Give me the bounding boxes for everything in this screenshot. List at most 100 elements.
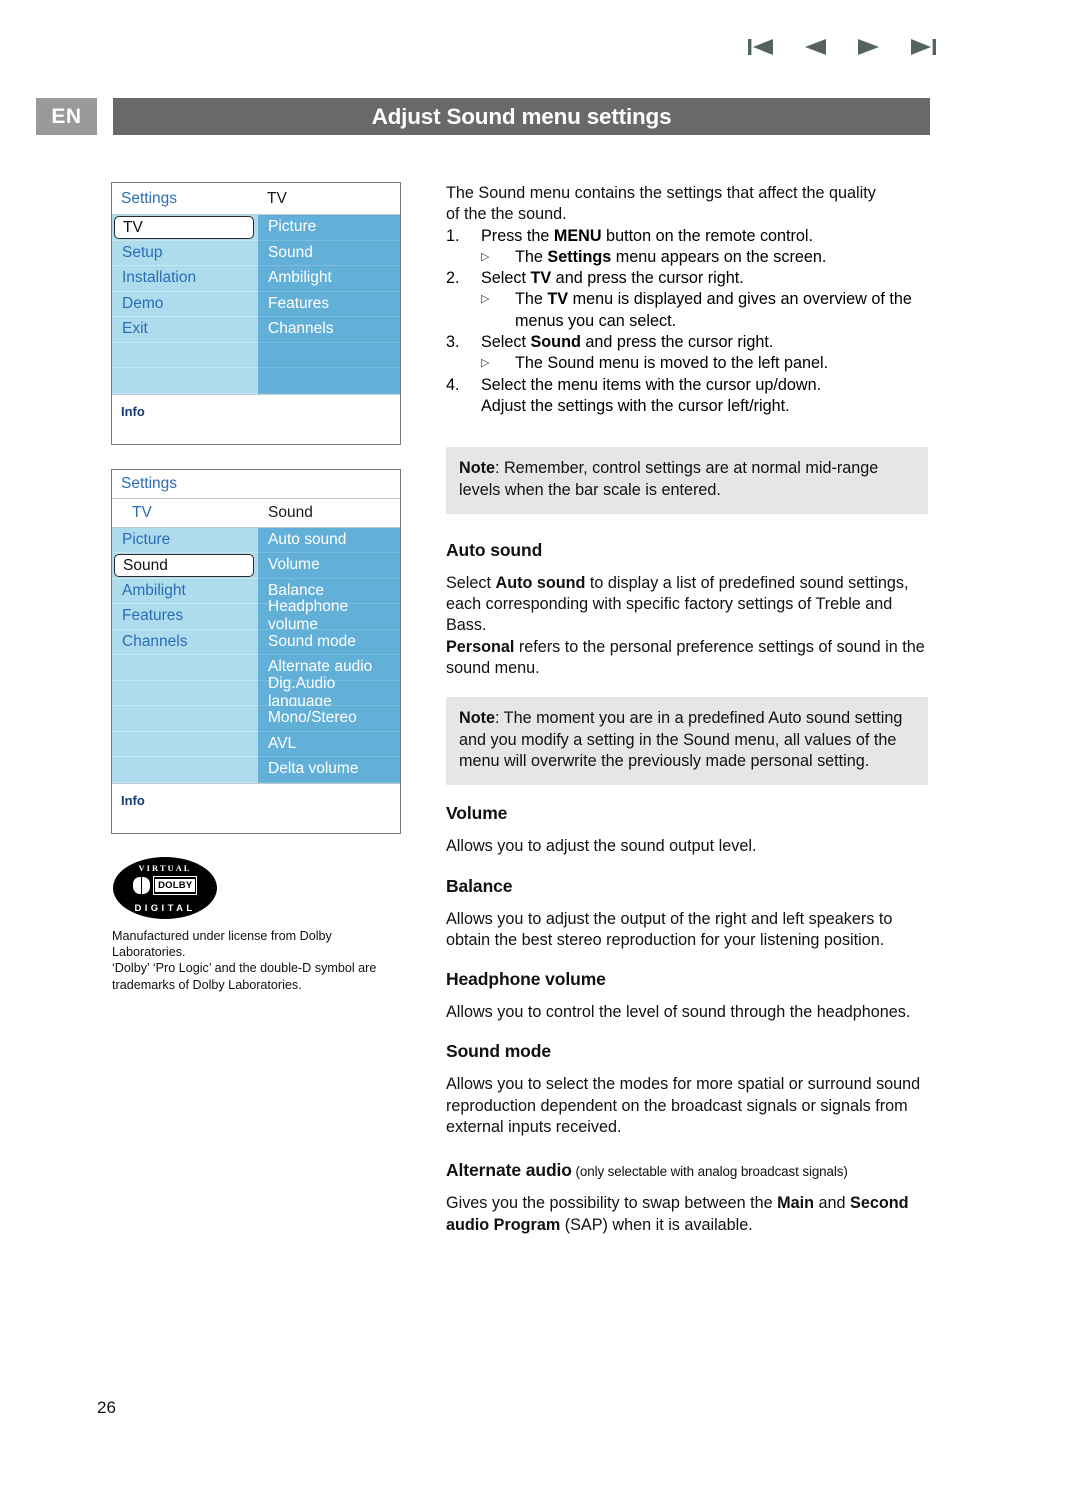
menu1-row: Demo Features [112, 291, 400, 317]
step-1-text-bold: MENU [553, 226, 602, 245]
menu1-left-item-tv[interactable]: TV [112, 215, 258, 241]
note-2-label: Note [459, 709, 495, 728]
intro-paragraph: The Sound menu contains the settings tha… [446, 183, 930, 226]
step-1-sub-1-pre: The [515, 247, 548, 266]
section-heading-sound-mode: Sound mode [446, 1041, 551, 1062]
dolby-logo-middle: DOLBY [113, 876, 217, 895]
previous-page-icon[interactable] [801, 36, 829, 58]
menu2-left-item-sound[interactable]: Sound [112, 553, 258, 579]
menu2-right-item-dig-audio-language[interactable]: Dig.Audio language [258, 675, 400, 710]
step-3-text-bold: Sound [530, 333, 581, 352]
menu1-row: Exit Channels [112, 317, 400, 343]
dolby-legal-line-4: trademarks of Dolby Laboratories. [112, 977, 302, 992]
balance-paragraph: Allows you to adjust the output of the r… [446, 909, 893, 949]
step-2-sub-1-bold: TV [547, 290, 569, 309]
menu2-right-item-delta-volume[interactable]: Delta volume [258, 757, 400, 783]
menu2-breadcrumb-row: TV Sound [112, 498, 400, 528]
language-badge: EN [36, 98, 97, 135]
menu2-right-item-auto-sound[interactable]: Auto sound [258, 527, 400, 553]
step-2-text-pre: Select [481, 269, 531, 288]
step-2-text-post: and press the cursor right. [551, 269, 744, 288]
menu2-row: Delta volume [112, 757, 400, 783]
menu1-right-item-channels[interactable]: Channels [258, 317, 400, 343]
note-box-1: Note: Remember, control settings are at … [446, 447, 928, 514]
menu1-header-right: TV [267, 189, 287, 207]
step-3-number: 3. [446, 333, 460, 352]
auto-sound-p2-bold: Personal [446, 637, 515, 656]
menu1-left-item-demo[interactable]: Demo [112, 291, 258, 317]
menu2-header-right: Sound [258, 498, 400, 528]
main-text-column: The Sound menu contains the settings tha… [446, 183, 930, 1236]
dolby-legal-line-3: ‘Dolby’ ‘Pro Logic’ and the double-D sym… [112, 961, 377, 976]
instruction-steps: 1. Press the MENU button on the remote c… [446, 226, 930, 418]
alt-audio-post: (SAP) when it is available. [560, 1215, 753, 1234]
menu1-right-item-features[interactable]: Features [258, 291, 400, 317]
menu2-right-item-mono-stereo[interactable]: Mono/Stereo [258, 706, 400, 732]
menu1-row: TV Picture [112, 215, 400, 241]
menu2-left-empty [112, 731, 258, 757]
step-4-cont: Adjust the settings with the cursor left… [481, 396, 790, 415]
menu2-left-item-channels[interactable]: Channels [112, 629, 258, 655]
alternate-audio-heading-text: Alternate audio [446, 1160, 572, 1181]
menu2-settings-label: Settings [121, 474, 178, 492]
headphone-volume-paragraph: Allows you to control the level of sound… [446, 1003, 911, 1022]
tv-settings-menu-screenshot: Settings TV TV Picture Setup Sound Insta… [111, 182, 401, 445]
section-heading-alternate-audio: Alternate audio (only selectable with an… [446, 1160, 930, 1181]
menu1-row: Installation Ambilight [112, 266, 400, 292]
step-1-text-post: button on the remote control. [601, 226, 814, 245]
menu1-left-item-installation[interactable]: Installation [112, 266, 258, 292]
menu2-right-item-sound-mode[interactable]: Sound mode [258, 629, 400, 655]
menu2-right-item-volume[interactable]: Volume [258, 553, 400, 579]
menu1-right-item-ambilight[interactable]: Ambilight [258, 266, 400, 292]
menu2-left-item-ambilight[interactable]: Ambilight [112, 578, 258, 604]
menu1-right-empty [258, 368, 400, 394]
dolby-logo: VIRTUAL DOLBY DIGITAL [113, 857, 217, 919]
menu2-breadcrumb-tv[interactable]: TV [112, 498, 258, 528]
step-4-text-pre: Select the menu items with the cursor up… [481, 375, 822, 394]
step-3-sub-1: ▷ The Sound menu is moved to the left pa… [481, 353, 930, 374]
alternate-audio-heading-note: (only selectable with analog broadcast s… [571, 1164, 848, 1180]
menu1-header: Settings TV [112, 183, 400, 214]
step-2-text-bold: TV [530, 269, 552, 288]
menu2-row: AVL [112, 731, 400, 757]
step-4-number: 4. [446, 375, 460, 394]
menu2-right-item-avl[interactable]: AVL [258, 731, 400, 757]
menu1-left-empty [112, 368, 258, 394]
step-3-text-post: and press the cursor right. [580, 333, 774, 352]
menu1-left-item-exit[interactable]: Exit [112, 317, 258, 343]
dolby-logo-digital-text: DIGITAL [134, 903, 196, 914]
menu1-right-item-picture[interactable]: Picture [258, 215, 400, 241]
menu2-left-empty [112, 757, 258, 783]
sound-mode-paragraph: Allows you to select the modes for more … [446, 1075, 921, 1137]
menu2-left-item-features[interactable]: Features [112, 604, 258, 630]
menu1-row-empty [112, 368, 400, 394]
menu1-right-item-sound[interactable]: Sound [258, 240, 400, 266]
next-page-icon[interactable] [855, 36, 883, 58]
menu1-left-item-setup[interactable]: Setup [112, 240, 258, 266]
dolby-logo-badge: VIRTUAL DOLBY DIGITAL [113, 857, 217, 919]
step-2: 2. Select TV and press the cursor right.… [446, 268, 930, 332]
page-number: 26 [97, 1398, 116, 1417]
alternate-audio-paragraph: Gives you the possibility to swap betwee… [446, 1193, 930, 1236]
auto-sound-p2-post: refers to the personal preference settin… [446, 637, 925, 678]
menu2-left-empty [112, 680, 258, 706]
section-heading-volume: Volume [446, 803, 508, 824]
menu2-row: Channels Sound mode [112, 629, 400, 655]
menu1-settings-label: Settings [121, 189, 178, 207]
last-page-icon[interactable] [909, 36, 937, 58]
step-1: 1. Press the MENU button on the remote c… [446, 226, 930, 269]
alt-audio-pre: Gives you the possibility to swap betwee… [446, 1194, 778, 1213]
step-1-sub-1-bold: Settings [547, 247, 612, 266]
step-2-sub-1-cont: menus you can select. [515, 311, 677, 330]
first-page-icon[interactable] [747, 36, 775, 58]
step-2-sub-1-post: menu is displayed and gives an overview … [568, 290, 912, 309]
left-illustration-column: Settings TV TV Picture Setup Sound Insta… [111, 182, 401, 834]
intro-line-2: of the the sound. [446, 205, 567, 224]
menu2-right-item-headphone-volume[interactable]: Headphone volume [258, 598, 400, 633]
menu2-left-item-picture[interactable]: Picture [112, 527, 258, 553]
step-1-number: 1. [446, 226, 460, 245]
step-1-text-pre: Press the [481, 226, 554, 245]
menu1-row-empty [112, 342, 400, 368]
step-2-sub-1: ▷ The TV menu is displayed and gives an … [481, 289, 930, 310]
page-title: Adjust Sound menu settings [371, 104, 672, 129]
